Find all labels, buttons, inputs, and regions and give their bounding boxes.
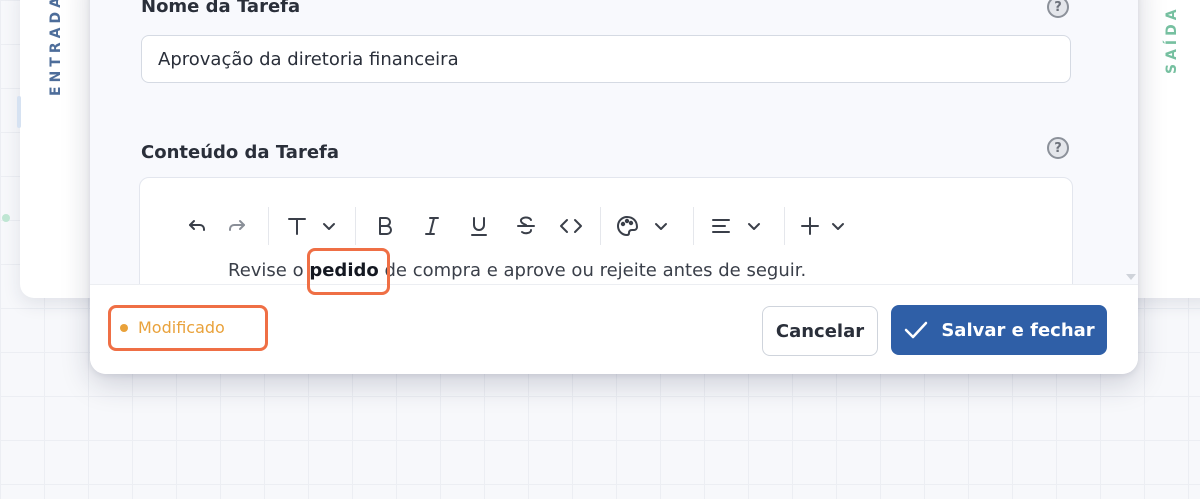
redo-icon[interactable] bbox=[220, 209, 254, 243]
text-style-icon[interactable] bbox=[283, 209, 341, 243]
editor-content[interactable]: Revise o pedido de compra e aprove ou re… bbox=[228, 260, 806, 281]
bold-icon[interactable] bbox=[370, 209, 400, 243]
code-icon[interactable] bbox=[556, 209, 586, 243]
modal-body: Nome da Tarefa ? Conteúdo da Tarefa ? bbox=[90, 0, 1138, 317]
underline-icon[interactable] bbox=[464, 209, 494, 243]
strikethrough-icon[interactable] bbox=[511, 209, 541, 243]
task-name-label: Nome da Tarefa bbox=[141, 0, 301, 17]
check-icon bbox=[905, 321, 928, 339]
editor-toolbar bbox=[180, 206, 855, 246]
status-text: Modificado bbox=[138, 318, 225, 337]
entrada-accent bbox=[17, 96, 21, 128]
connection-dot bbox=[2, 214, 10, 222]
modal-footer: Modificado Cancelar Salvar e fechar bbox=[90, 284, 1138, 374]
palette-icon[interactable] bbox=[615, 209, 673, 243]
content-bold-word: pedido bbox=[309, 260, 379, 281]
content-text-after: de compra e aprove ou rejeite antes de s… bbox=[378, 260, 807, 281]
toolbar-separator bbox=[600, 207, 601, 245]
status-dot-icon bbox=[120, 323, 128, 332]
entrada-label: ENTRADA bbox=[48, 0, 64, 96]
modified-status: Modificado bbox=[120, 318, 225, 337]
saida-label: SAÍDA bbox=[1164, 5, 1180, 74]
toolbar-separator bbox=[355, 207, 356, 245]
toolbar-separator bbox=[693, 207, 694, 245]
edit-task-modal: Nome da Tarefa ? Conteúdo da Tarefa ? bbox=[90, 0, 1138, 374]
save-button-label: Salvar e fechar bbox=[941, 319, 1095, 341]
scroll-down-icon[interactable] bbox=[1126, 274, 1136, 280]
save-and-close-button[interactable]: Salvar e fechar bbox=[891, 305, 1107, 355]
task-content-label: Conteúdo da Tarefa bbox=[141, 142, 339, 163]
toolbar-separator bbox=[268, 207, 269, 245]
question-circle-icon[interactable]: ? bbox=[1047, 0, 1069, 18]
italic-icon[interactable] bbox=[417, 209, 447, 243]
align-icon[interactable] bbox=[708, 209, 770, 243]
undo-icon[interactable] bbox=[180, 209, 214, 243]
task-name-input[interactable] bbox=[141, 35, 1071, 83]
plus-icon[interactable] bbox=[799, 209, 855, 243]
question-circle-icon[interactable]: ? bbox=[1047, 137, 1069, 159]
cancel-button[interactable]: Cancelar bbox=[762, 306, 878, 356]
content-text-before: Revise o bbox=[228, 260, 310, 281]
toolbar-separator bbox=[784, 207, 785, 245]
